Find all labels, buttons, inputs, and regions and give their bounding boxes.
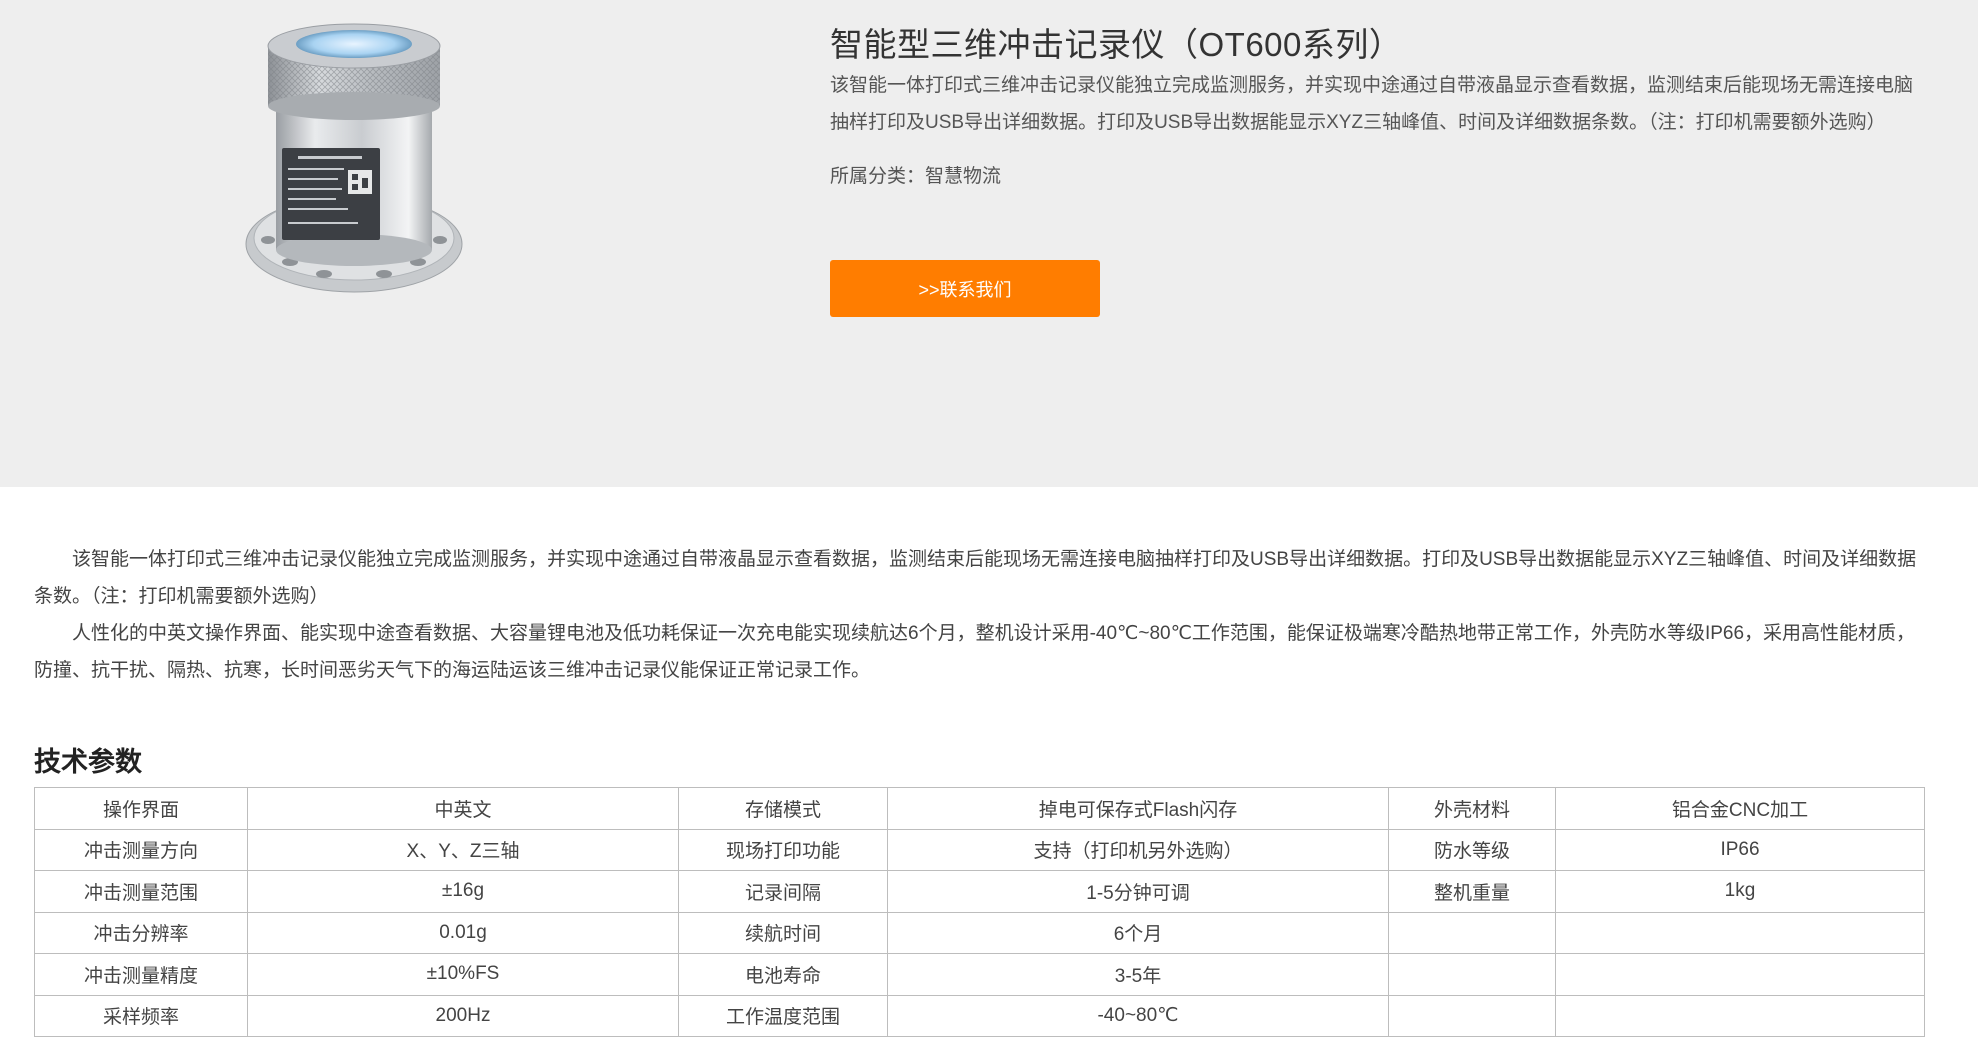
product-category: 所属分类：智慧物流 xyxy=(830,161,1001,188)
table-row: 采样频率 200Hz 工作温度范围 -40~80℃ xyxy=(34,994,1925,1037)
spec-value: 200Hz xyxy=(247,994,679,1037)
product-summary: 该智能一体打印式三维冲击记录仪能独立完成监测服务，并实现中途通过自带液晶显示查看… xyxy=(830,75,1914,133)
spec-value: IP66 xyxy=(1555,828,1925,871)
spec-value: ±10%FS xyxy=(247,953,679,996)
table-row: 冲击测量方向 X、Y、Z三轴 现场打印功能 支持（打印机另外选购） 防水等级 I… xyxy=(34,828,1925,871)
spec-label: 防水等级 xyxy=(1388,828,1556,871)
spec-label: 电池寿命 xyxy=(678,953,888,996)
spec-section-title: 技术参数 xyxy=(34,747,142,777)
spec-value xyxy=(1555,911,1925,954)
spec-value: 1-5分钟可调 xyxy=(887,870,1389,913)
shock-recorder-device-image xyxy=(245,23,463,293)
spec-value: 3-5年 xyxy=(887,953,1389,996)
spec-label xyxy=(1388,953,1556,996)
product-title: 智能型三维冲击记录仪（OT600系列） xyxy=(830,26,1403,63)
spec-value xyxy=(1555,953,1925,996)
product-description: 该智能一体打印式三维冲击记录仪能独立完成监测服务，并实现中途通过自带液晶显示查看… xyxy=(34,541,1924,689)
product-hero: 智能型三维冲击记录仪（OT600系列） 该智能一体打印式三维冲击记录仪能独立完成… xyxy=(0,0,1978,487)
description-paragraph: 人性化的中英文操作界面、能实现中途查看数据、大容量锂电池及低功耗保证一次充电能实… xyxy=(34,623,1916,681)
spec-label: 工作温度范围 xyxy=(678,994,888,1037)
spec-label: 记录间隔 xyxy=(678,870,888,913)
table-row: 冲击测量精度 ±10%FS 电池寿命 3-5年 xyxy=(34,953,1925,996)
spec-label xyxy=(1388,911,1556,954)
spec-value: ±16g xyxy=(247,870,679,913)
spec-value: 中英文 xyxy=(247,787,679,830)
description-paragraph: 该智能一体打印式三维冲击记录仪能独立完成监测服务，并实现中途通过自带液晶显示查看… xyxy=(34,549,1917,607)
spec-value: -40~80℃ xyxy=(887,994,1389,1037)
spec-label: 操作界面 xyxy=(34,787,248,830)
spec-value xyxy=(1555,994,1925,1037)
spec-label: 存储模式 xyxy=(678,787,888,830)
spec-value: 6个月 xyxy=(887,911,1389,954)
spec-value: 1kg xyxy=(1555,870,1925,913)
category-label: 所属分类： xyxy=(830,166,926,187)
spec-value: 铝合金CNC加工 xyxy=(1555,787,1925,830)
category-value[interactable]: 智慧物流 xyxy=(925,166,1001,187)
spec-label: 冲击测量精度 xyxy=(34,953,248,996)
product-image xyxy=(238,12,470,312)
spec-label: 整机重量 xyxy=(1388,870,1556,913)
spec-value: 0.01g xyxy=(247,911,679,954)
table-row: 操作界面 中英文 存储模式 掉电可保存式Flash闪存 外壳材料 铝合金CNC加… xyxy=(34,787,1925,830)
spec-label: 冲击分辨率 xyxy=(34,911,248,954)
spec-table: 操作界面 中英文 存储模式 掉电可保存式Flash闪存 外壳材料 铝合金CNC加… xyxy=(34,787,1925,1037)
spec-label: 冲击测量范围 xyxy=(34,870,248,913)
spec-label: 冲击测量方向 xyxy=(34,828,248,871)
spec-value: 支持（打印机另外选购） xyxy=(887,828,1389,871)
spec-value: X、Y、Z三轴 xyxy=(247,828,679,871)
spec-value: 掉电可保存式Flash闪存 xyxy=(887,787,1389,830)
table-row: 冲击测量范围 ±16g 记录间隔 1-5分钟可调 整机重量 1kg xyxy=(34,870,1925,913)
table-row: 冲击分辨率 0.01g 续航时间 6个月 xyxy=(34,911,1925,954)
spec-label: 现场打印功能 xyxy=(678,828,888,871)
spec-label: 外壳材料 xyxy=(1388,787,1556,830)
spec-label: 采样频率 xyxy=(34,994,248,1037)
spec-label xyxy=(1388,994,1556,1037)
contact-us-button[interactable]: >>联系我们 xyxy=(830,260,1100,317)
spec-label: 续航时间 xyxy=(678,911,888,954)
